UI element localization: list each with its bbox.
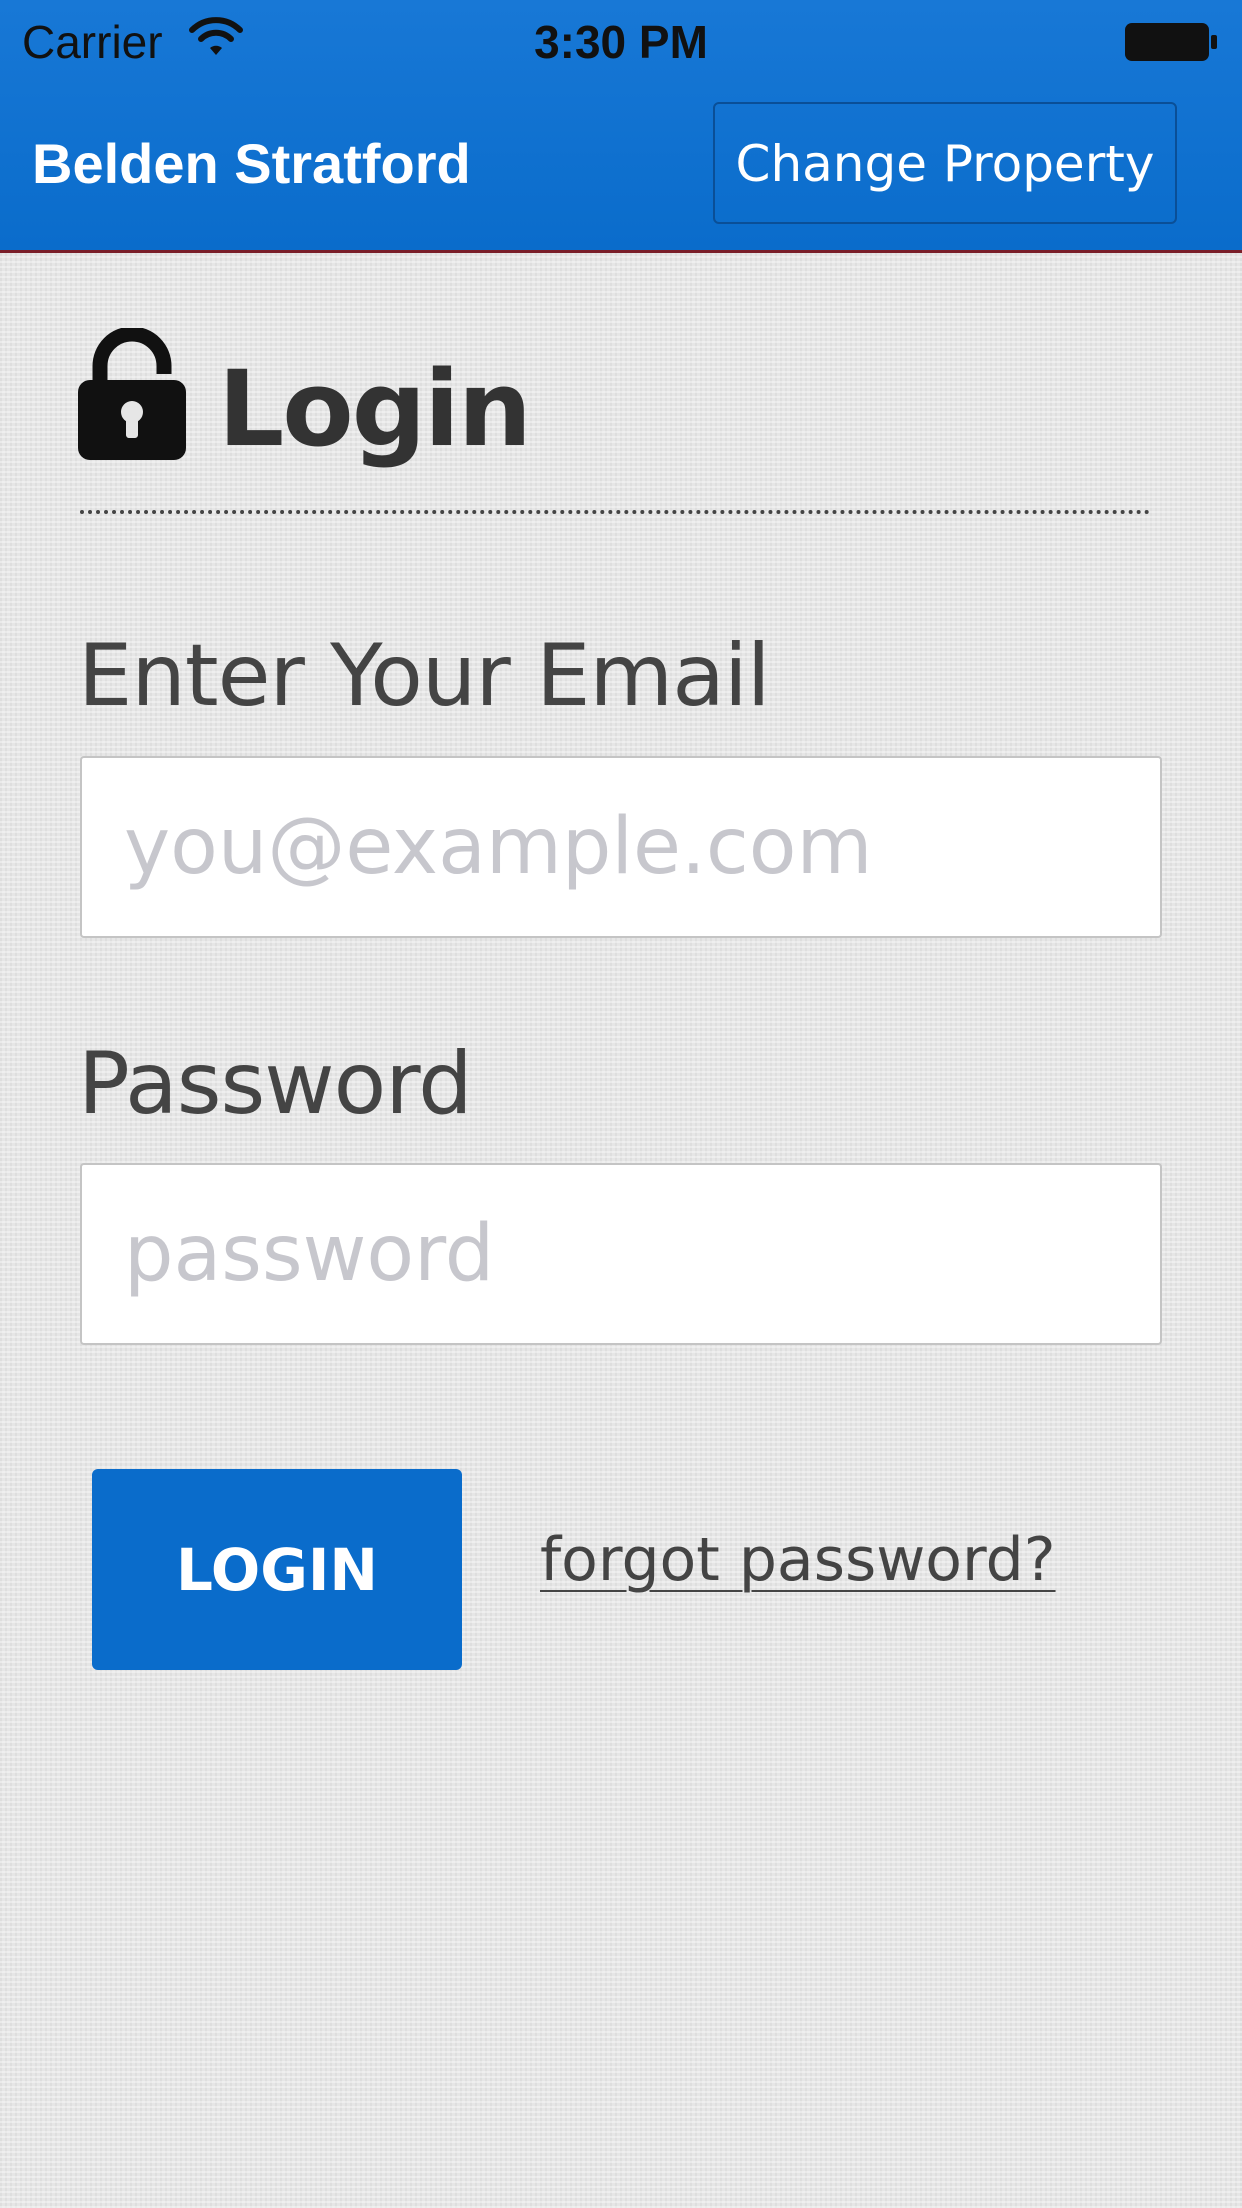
status-bar: Carrier 3:30 PM — [0, 0, 1242, 80]
login-button[interactable]: LOGIN — [92, 1469, 462, 1670]
forgot-password-link[interactable]: forgot password? — [540, 1518, 1056, 1602]
status-time: 3:30 PM — [534, 16, 708, 68]
page-title: Login — [218, 348, 532, 470]
password-input[interactable] — [80, 1163, 1162, 1345]
title-divider — [80, 510, 1150, 514]
property-title: Belden Stratford — [32, 132, 471, 195]
change-property-button[interactable]: Change Property — [713, 102, 1177, 224]
password-label: Password — [78, 1034, 473, 1134]
battery-icon — [1125, 23, 1217, 61]
nav-bar: Carrier 3:30 PM Belden Stratford Change … — [0, 0, 1242, 253]
unlocked-padlock-icon — [78, 328, 186, 460]
email-input[interactable] — [80, 756, 1162, 938]
email-label: Enter Your Email — [78, 626, 771, 726]
